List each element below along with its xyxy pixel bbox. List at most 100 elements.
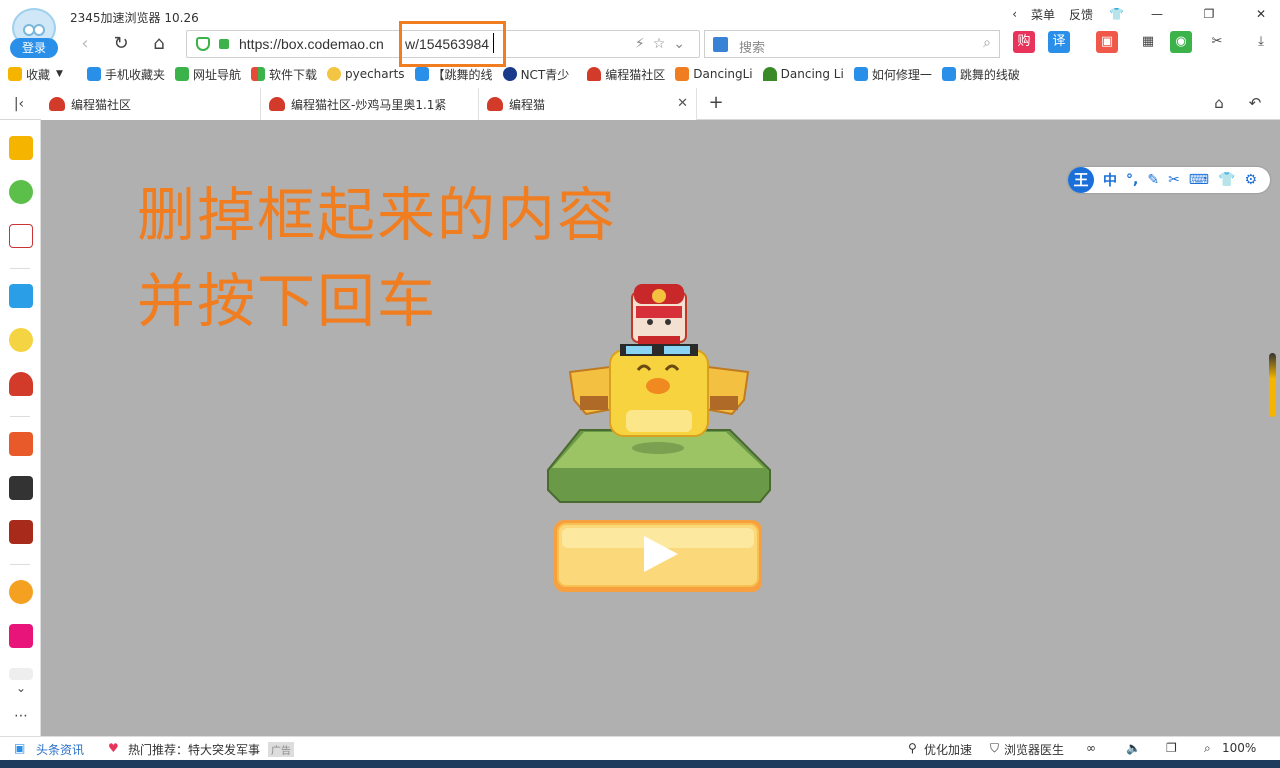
sohu-icon[interactable] — [9, 580, 33, 604]
emoji-icon[interactable] — [9, 328, 33, 352]
title-bar: 登录 2345加速浏览器 10.26 ‹ 菜单 反馈 👕 — ❐ ✕ — [0, 0, 1280, 58]
star-icon — [8, 67, 22, 81]
game-legend-icon[interactable] — [9, 520, 33, 544]
skin-icon[interactable]: 👕 — [1109, 7, 1124, 21]
window-icon[interactable]: ❐ — [1166, 741, 1177, 755]
feedback-button[interactable]: 反馈 — [1069, 6, 1093, 23]
nct-icon — [502, 67, 517, 81]
ime-handwrite-icon[interactable]: ✎ — [1147, 172, 1159, 188]
bookmark-item[interactable]: 跳舞的线破 — [941, 66, 1020, 83]
minimize-button[interactable]: — — [1138, 7, 1176, 21]
chevron-down-icon[interactable]: ⌄ — [8, 676, 34, 700]
search-input[interactable]: 搜索 — [739, 37, 765, 56]
page-content: 删掉框起来的内容 并按下回车 王 中 °, ✎ ✂ ⌨ 👕 ⚙ — [41, 120, 1280, 736]
hot-recommend-link[interactable]: 热门推荐：特大突发军事 — [128, 741, 260, 758]
search-icon[interactable]: ⌕ — [983, 35, 991, 51]
tab-codemao-active[interactable]: 编程猫 ✕ — [479, 88, 697, 120]
new-tab-button[interactable]: + — [703, 91, 729, 115]
vip-icon[interactable] — [9, 624, 33, 648]
briefcase-icon[interactable]: ⌂ — [1206, 91, 1232, 115]
bookmark-item[interactable]: Dancing Li — [762, 67, 844, 81]
game-icon[interactable]: ▣ — [1096, 31, 1118, 53]
download-icon[interactable]: ⤓ — [1250, 31, 1272, 53]
browser-doctor-button[interactable]: 浏览器医生 — [1004, 741, 1064, 758]
ime-screenshot-icon[interactable]: ✂ — [1168, 172, 1180, 188]
game-dragon-icon[interactable] — [9, 432, 33, 456]
close-tab-icon[interactable]: ✕ — [677, 96, 688, 111]
home-button[interactable]: ⌂ — [146, 32, 172, 56]
glasses-icon[interactable]: ∞ — [1086, 741, 1096, 755]
navigation-bar: ‹ ↻ ⌂ https://box.codemao.cn w/154563984… — [0, 28, 1280, 60]
ime-settings-icon[interactable]: ⚙ — [1244, 172, 1257, 188]
zoom-icon[interactable]: ⌕ — [1204, 741, 1211, 756]
refresh-button[interactable]: ↻ — [108, 32, 134, 56]
menu-button[interactable]: 菜单 — [1031, 6, 1055, 23]
text-caret — [493, 33, 494, 53]
back-button[interactable]: ‹ — [72, 32, 98, 56]
os-taskbar — [0, 760, 1280, 768]
favorites-icon[interactable] — [9, 136, 33, 160]
sidebar-divider — [10, 416, 30, 417]
wechat-icon[interactable]: ◉ — [1170, 31, 1192, 53]
bookmark-item[interactable]: pyecharts — [326, 67, 405, 81]
shopping-icon[interactable]: 购 — [1013, 31, 1035, 53]
software-icon — [250, 67, 265, 81]
tab-mario[interactable]: 编程猫社区-炒鸡马里奥1.1紧 — [261, 88, 479, 120]
scissors-icon[interactable]: ✂ — [1206, 31, 1228, 53]
bookmark-item[interactable]: 软件下载 — [250, 66, 317, 83]
game-long-icon[interactable] — [9, 476, 33, 500]
close-window-button[interactable]: ✕ — [1242, 7, 1280, 21]
bookmark-item[interactable]: 收藏 ▼ — [8, 66, 63, 83]
bookmark-item[interactable]: 网址导航 — [174, 66, 241, 83]
maximize-button[interactable]: ❐ — [1190, 7, 1228, 21]
search-box[interactable]: 搜索 ⌕ — [704, 30, 1000, 58]
tab-codemao-community[interactable]: 编程猫社区 — [41, 88, 261, 120]
bilibili-icon — [941, 67, 956, 81]
undo-icon[interactable]: ↶ — [1242, 91, 1268, 115]
codemao-icon[interactable] — [9, 372, 33, 396]
apps-grid-icon[interactable]: ▦ — [1137, 31, 1159, 53]
more-icon[interactable]: ⋯ — [8, 704, 34, 728]
scrollbar[interactable] — [1269, 353, 1276, 417]
bilibili-icon — [853, 67, 868, 81]
bilibili-icon — [414, 67, 429, 81]
ime-logo[interactable]: 王 — [1068, 167, 1094, 193]
window-menus: ‹ 菜单 反馈 👕 — ❐ ✕ — [998, 0, 1280, 28]
history-icon[interactable] — [9, 180, 33, 204]
news-icon[interactable]: ▣ — [14, 741, 25, 755]
chevron-down-icon: ▼ — [56, 69, 63, 79]
news-link[interactable]: 头条资讯 — [36, 741, 84, 758]
search-engine-icon[interactable] — [713, 37, 728, 52]
volume-icon[interactable]: 🔈 — [1126, 741, 1141, 755]
ime-skin-icon[interactable]: 👕 — [1218, 172, 1235, 188]
bookmark-item[interactable]: 手机收藏夹 — [86, 66, 165, 83]
bookmark-item[interactable]: 【跳舞的线 — [414, 66, 493, 83]
lock-icon — [219, 39, 229, 49]
zoom-level[interactable]: 100% — [1222, 741, 1256, 755]
sidebar-divider — [10, 268, 30, 269]
address-tools[interactable]: ⚡☆⌄ — [635, 36, 693, 52]
ime-punctuation-toggle[interactable]: °, — [1126, 172, 1138, 188]
bookmark-item[interactable]: NCT青少 — [502, 66, 569, 83]
chevron-left-icon[interactable]: ‹ — [1012, 7, 1017, 21]
ime-keyboard-icon[interactable]: ⌨ — [1189, 172, 1209, 188]
ime-chinese-toggle[interactable]: 中 — [1103, 170, 1117, 190]
highlight-frame — [399, 21, 506, 67]
bookmark-item[interactable]: 编程猫社区 — [587, 66, 665, 83]
translate-icon[interactable]: 译 — [1048, 31, 1070, 53]
instruction-line-2: 并按下回车 — [137, 267, 438, 335]
bilibili-icon[interactable] — [9, 284, 33, 308]
optimize-button[interactable]: 优化加速 — [924, 741, 972, 758]
optimize-icon[interactable]: ⚲ — [908, 741, 917, 755]
doctor-icon[interactable]: ⛉ — [990, 741, 999, 756]
url-text[interactable]: https://box.codemao.cn — [239, 36, 384, 52]
codemao-icon — [487, 97, 503, 111]
bookmark-item[interactable]: 如何修理一 — [853, 66, 932, 83]
flag-icon — [675, 67, 690, 81]
shield-icon — [196, 37, 210, 51]
play-button[interactable] — [554, 520, 762, 592]
bookmark-item[interactable]: DancingLi — [675, 67, 753, 81]
sidebar-toggle-icon[interactable]: |‹ — [6, 92, 32, 116]
pdf-icon[interactable] — [9, 224, 33, 248]
mobile-icon — [86, 67, 101, 81]
